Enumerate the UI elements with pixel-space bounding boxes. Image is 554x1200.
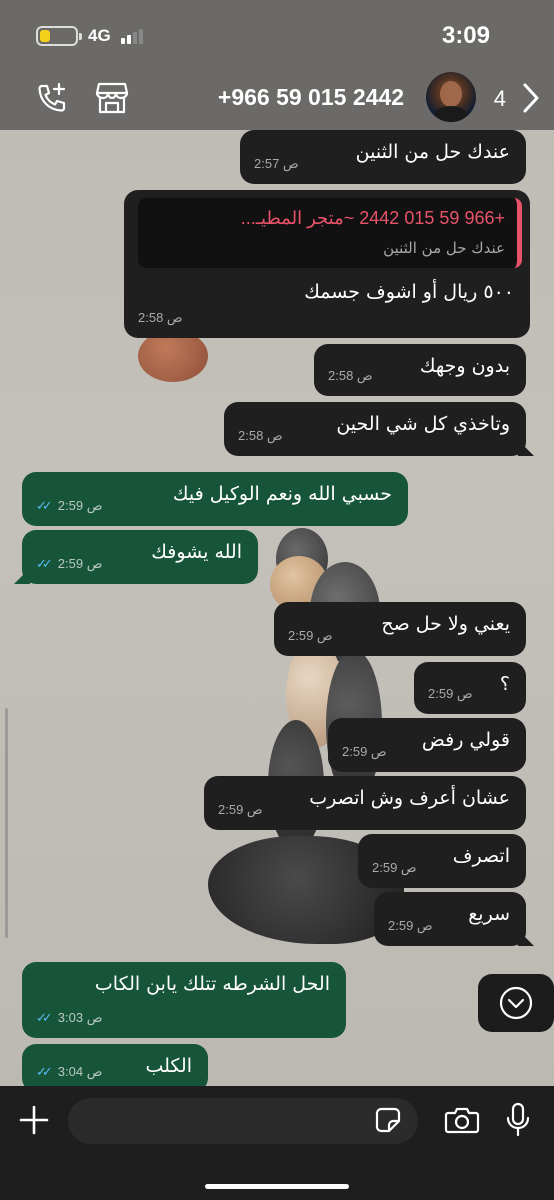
message-bubble[interactable]: عندك حل من الثنين 2:57 ص [240, 130, 526, 184]
message-timestamp: 2:59 ص [342, 744, 387, 759]
read-receipt-icon: ✓✓ [36, 556, 53, 571]
message-time: 2:59 ص [218, 798, 263, 822]
message-bubble[interactable]: سريع 2:59 ص [374, 892, 526, 946]
scroll-to-bottom-button[interactable] [478, 974, 554, 1032]
message-timestamp: 3:03 ص [57, 1010, 103, 1025]
plus-icon[interactable] [12, 1098, 56, 1142]
quoted-text: عندك حل من الثنين [383, 239, 505, 257]
message-time: ✓✓ 2:59 ص [36, 552, 102, 576]
message-timestamp: 2:57 ص [254, 156, 299, 171]
message-time: ✓✓ 2:59 ص [36, 494, 102, 518]
header-row: +966 59 015 2442 4 [0, 70, 554, 126]
status-time: 3:09 [441, 22, 490, 49]
message-time: 2:58 ص [328, 364, 373, 388]
message-bubble[interactable]: وتاخذي كل شي الحين 2:58 ص [224, 402, 526, 456]
message-time: 2:59 ص [388, 914, 433, 938]
message-time: ✓✓ 3:04 ص [36, 1060, 102, 1084]
message-timestamp: 2:59 ص [388, 918, 433, 933]
message-bubble[interactable]: عشان أعرف وش اتصرب 2:59 ص [204, 776, 526, 830]
message-text: ٥٠٠ ريال أو اشوف جسمك [304, 281, 514, 303]
message-timestamp: 2:59 ص [288, 628, 333, 643]
message-timestamp: 2:58 ص [138, 310, 183, 325]
message-time: 2:59 ص [428, 682, 473, 706]
message-timestamp: 2:58 ص [238, 428, 283, 443]
quoted-sender: +966 59 015 2442 ~متجر المطيـ... [240, 208, 505, 228]
message-bubble[interactable]: ؟ 2:59 ص [414, 662, 526, 714]
message-time: 2:58 ص [238, 424, 283, 448]
message-bubble[interactable]: اتصرف 2:59 ص [358, 834, 526, 888]
camera-icon[interactable] [440, 1098, 484, 1142]
message-bubble[interactable]: الله يشوفك ✓✓ 2:59 ص [22, 530, 258, 584]
message-bubble[interactable]: قولي رفض 2:59 ص [328, 718, 526, 772]
chevron-right-icon[interactable] [520, 82, 542, 118]
message-time: 2:58 ص [138, 306, 183, 330]
add-call-icon[interactable] [32, 78, 72, 118]
avatar[interactable] [426, 72, 476, 122]
message-time: 2:59 ص [372, 856, 417, 880]
message-timestamp: 2:59 ص [57, 556, 103, 571]
sticker-icon[interactable] [366, 1098, 410, 1142]
composer-bar [0, 1086, 554, 1200]
message-time: 2:59 ص [342, 740, 387, 764]
message-time: 2:57 ص [254, 152, 299, 176]
message-timestamp: 2:59 ص [428, 686, 473, 701]
chat-header: 4G 3:09 +966 59 015 2442 4 [0, 0, 554, 130]
message-bubble[interactable]: الحل الشرطه تتلك يابن الكاب ✓✓ 3:03 ص [22, 962, 346, 1038]
network-type: 4G [88, 26, 111, 45]
message-bubble[interactable]: +966 59 015 2442 ~متجر المطيـ... عندك حل… [124, 190, 530, 338]
chevron-down-icon [499, 986, 533, 1020]
status-indicators: 4G [36, 26, 143, 46]
battery-icon [36, 26, 82, 46]
unread-count: 4 [493, 86, 506, 111]
message-bubble[interactable]: يعني ولا حل صح 2:59 ص [274, 602, 526, 656]
message-time: ✓✓ 3:03 ص [36, 1006, 102, 1030]
contact-name[interactable]: +966 59 015 2442 [218, 84, 404, 111]
message-timestamp: 2:59 ص [372, 860, 417, 875]
store-icon[interactable] [92, 78, 132, 118]
read-receipt-icon: ✓✓ [36, 1010, 53, 1025]
message-text: الحل الشرطه تتلك يابن الكاب [94, 973, 330, 995]
message-timestamp: 2:59 ص [57, 498, 103, 513]
read-receipt-icon: ✓✓ [36, 1064, 53, 1079]
microphone-icon[interactable] [496, 1098, 540, 1142]
message-timestamp: 2:58 ص [328, 368, 373, 383]
read-receipt-icon: ✓✓ [36, 498, 53, 513]
message-time: 2:59 ص [288, 624, 333, 648]
quoted-message[interactable]: +966 59 015 2442 ~متجر المطيـ... عندك حل… [138, 198, 522, 268]
message-timestamp: 2:59 ص [218, 802, 263, 817]
message-timestamp: 3:04 ص [57, 1064, 103, 1079]
signal-icon [120, 28, 143, 44]
message-bubble[interactable]: الكلب ✓✓ 3:04 ص [22, 1044, 208, 1092]
message-bubble[interactable]: حسبي الله ونعم الوكيل فيك ✓✓ 2:59 ص [22, 472, 408, 526]
home-indicator[interactable] [205, 1184, 349, 1189]
message-bubble[interactable]: بدون وجهك 2:58 ص [314, 344, 526, 396]
scroll-indicator[interactable] [5, 708, 8, 938]
